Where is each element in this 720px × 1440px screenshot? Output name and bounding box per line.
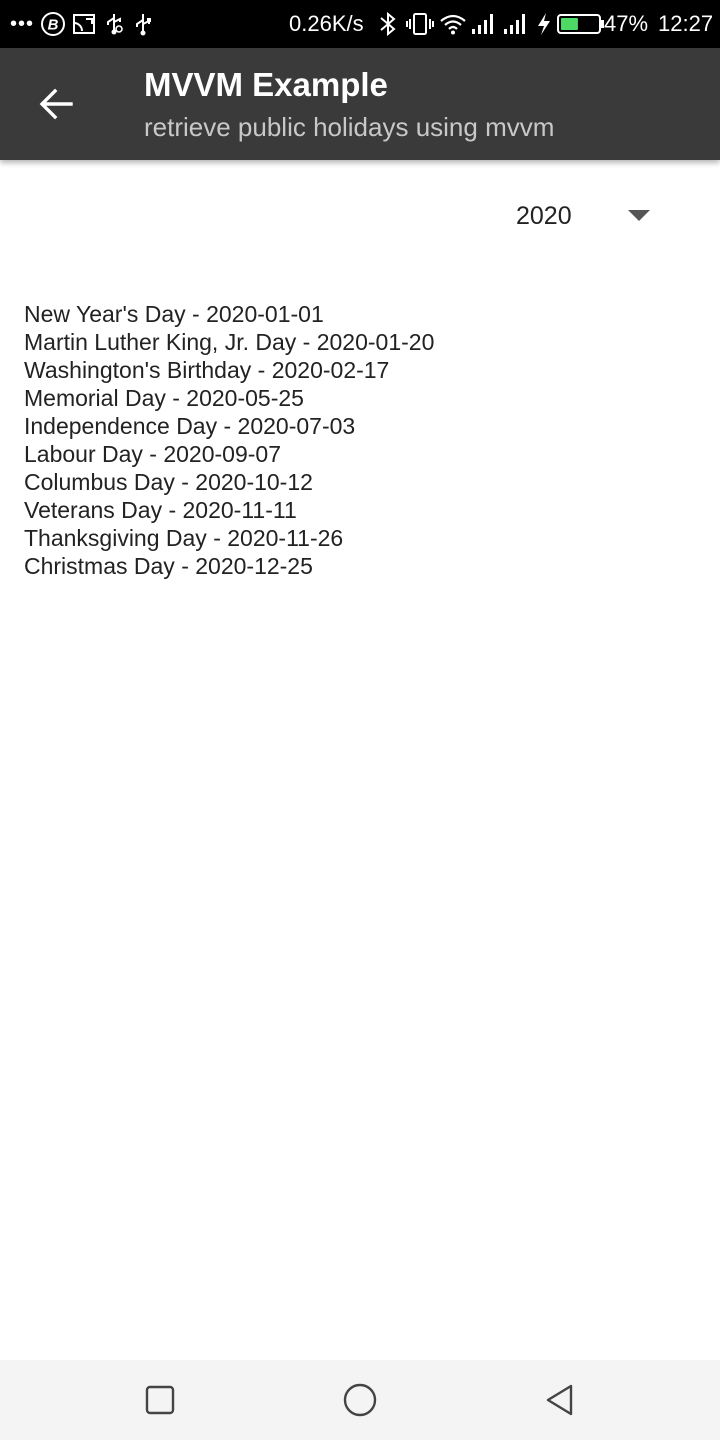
- clock: 12:27: [658, 11, 714, 36]
- year-spinner[interactable]: 2020: [500, 186, 676, 246]
- back-button[interactable]: [24, 72, 88, 136]
- dropdown-caret-icon: [628, 210, 650, 221]
- year-spinner-value: 2020: [516, 202, 572, 230]
- holiday-item: Columbus Day - 2020-10-12: [24, 469, 313, 495]
- battery-icon: [557, 0, 605, 48]
- holiday-item: Labour Day - 2020-09-07: [24, 441, 281, 467]
- more-notifications-icon: •••: [10, 12, 35, 35]
- bluetooth-icon: [378, 0, 398, 48]
- home-button[interactable]: [330, 1370, 390, 1430]
- b-app-icon: B: [40, 0, 66, 48]
- holiday-list: New Year's Day - 2020-01-01 Martin Luther…: [24, 300, 434, 580]
- holiday-item: Veterans Day - 2020-11-11: [24, 497, 297, 523]
- back-triangle-icon: [546, 1384, 573, 1416]
- app-title: MVVM Example: [144, 66, 388, 103]
- recents-button[interactable]: [130, 1370, 190, 1430]
- recents-square-icon: [145, 1385, 175, 1415]
- app-subtitle: retrieve public holidays using mvvm: [144, 112, 555, 142]
- battery-percent: 47%: [604, 11, 649, 36]
- holiday-item: Thanksgiving Day - 2020-11-26: [24, 525, 344, 551]
- holiday-item: Washington's Birthday - 2020-02-17: [24, 357, 390, 383]
- screen: ••• B 0.26K/s 47% 12:27 MVVM Example ret…: [0, 0, 720, 1440]
- svg-text:B: B: [48, 17, 59, 34]
- arrow-back-icon: [39, 88, 73, 120]
- holiday-item: Memorial Day - 2020-05-25: [24, 385, 304, 411]
- usb-icon: [132, 0, 154, 48]
- holiday-item: Independence Day - 2020-07-03: [24, 413, 356, 439]
- cast-icon: [72, 0, 96, 48]
- signal-icon: [471, 0, 497, 48]
- app-bar: MVVM Example retrieve public holidays us…: [0, 48, 720, 160]
- holiday-item: Martin Luther King, Jr. Day - 2020-01-20: [24, 329, 435, 355]
- vibrate-icon: [406, 0, 434, 48]
- charging-icon: [536, 0, 552, 48]
- signal-icon-2: [503, 0, 529, 48]
- wifi-icon: [440, 0, 466, 48]
- holiday-item: New Year's Day - 2020-01-01: [24, 301, 324, 327]
- usb-debug-icon: [102, 0, 126, 48]
- holiday-item: Christmas Day - 2020-12-25: [24, 553, 313, 579]
- status-bar: ••• B 0.26K/s 47% 12:27: [0, 0, 720, 48]
- navigation-bar: [0, 1360, 720, 1440]
- nav-back-button[interactable]: [530, 1370, 590, 1430]
- home-circle-icon: [343, 1383, 377, 1417]
- network-speed: 0.26K/s: [289, 11, 364, 36]
